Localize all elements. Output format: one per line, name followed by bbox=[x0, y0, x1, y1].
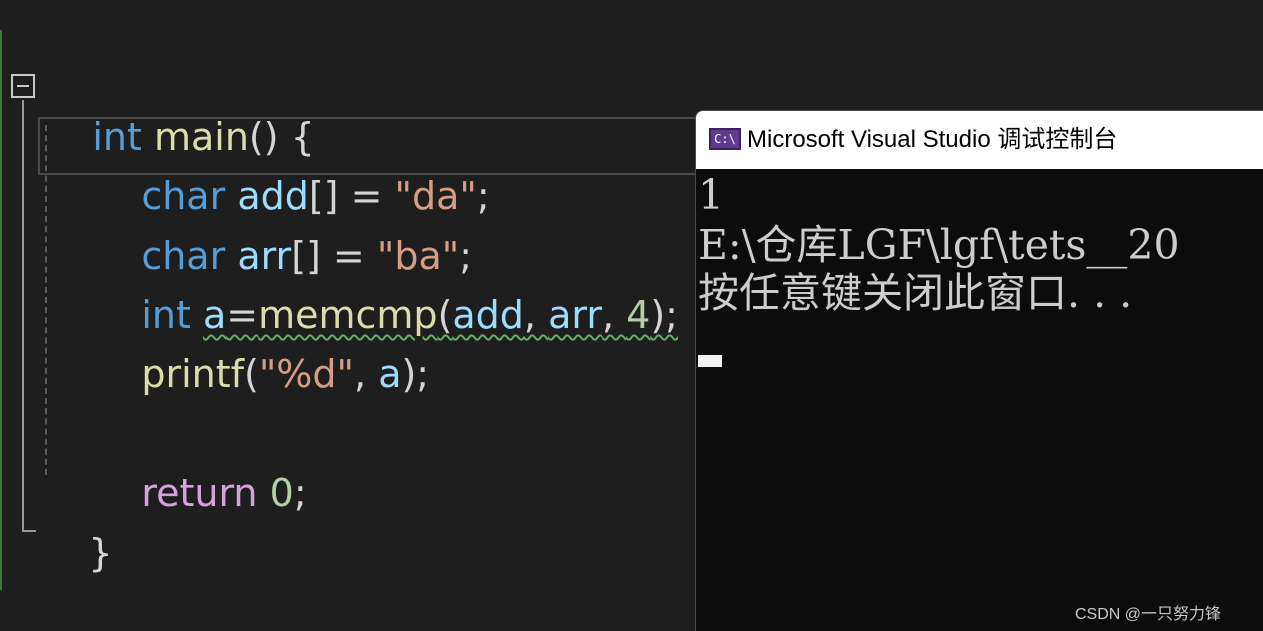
code-line[interactable]: printf("%d", a); bbox=[93, 299, 429, 396]
console-output[interactable]: 1 E:\仓库LGF\lgf\tets__20 按任意键关闭此窗口. . . bbox=[696, 169, 1263, 631]
fold-region-line bbox=[22, 100, 24, 532]
code-token: "%d" bbox=[258, 352, 355, 396]
console-output-line: 1 bbox=[698, 171, 725, 219]
collapse-icon[interactable] bbox=[11, 74, 35, 98]
code-line[interactable]: } bbox=[40, 478, 112, 575]
code-line[interactable]: char arr[] = "ba"; bbox=[93, 181, 472, 278]
console-output-line: 按任意键关闭此窗口. . . bbox=[698, 269, 1133, 317]
code-line[interactable]: return 0; bbox=[93, 418, 306, 515]
code-token: ); bbox=[650, 293, 678, 337]
code-token: , bbox=[601, 293, 627, 337]
code-token: 4 bbox=[626, 293, 651, 337]
code-line[interactable]: int a=memcmp(add, arr, 4); bbox=[93, 240, 678, 337]
code-token: ; bbox=[293, 471, 307, 515]
code-token: return bbox=[141, 471, 258, 515]
code-line[interactable]: char add[] = "da"; bbox=[93, 121, 489, 218]
console-title: Microsoft Visual Studio 调试控制台 bbox=[747, 126, 1118, 153]
code-token: arr bbox=[548, 293, 602, 337]
code-token: a bbox=[378, 352, 402, 396]
code-token: ; bbox=[476, 174, 490, 218]
fold-region-end bbox=[22, 530, 36, 532]
console-titlebar[interactable]: C:\ Microsoft Visual Studio 调试控制台 bbox=[696, 111, 1263, 169]
watermark: CSDN @一只努力锋 bbox=[1075, 606, 1222, 623]
code-token: , bbox=[354, 352, 379, 396]
code-token: } bbox=[88, 531, 113, 575]
code-line[interactable]: int main() { bbox=[44, 62, 315, 159]
change-margin bbox=[0, 30, 2, 590]
code-token: , bbox=[523, 293, 549, 337]
code-token: 0 bbox=[269, 471, 294, 515]
code-token: ( bbox=[437, 293, 453, 337]
console-cursor bbox=[698, 355, 722, 367]
console-output-line: E:\仓库LGF\lgf\tets__20 bbox=[698, 221, 1180, 269]
code-token: ); bbox=[401, 352, 430, 396]
code-token: printf bbox=[141, 352, 244, 396]
debug-console-window[interactable]: C:\ Microsoft Visual Studio 调试控制台 1 E:\仓… bbox=[695, 110, 1263, 631]
code-token: ( bbox=[244, 352, 259, 396]
code-token: add bbox=[452, 293, 524, 337]
console-app-icon: C:\ bbox=[709, 128, 741, 150]
